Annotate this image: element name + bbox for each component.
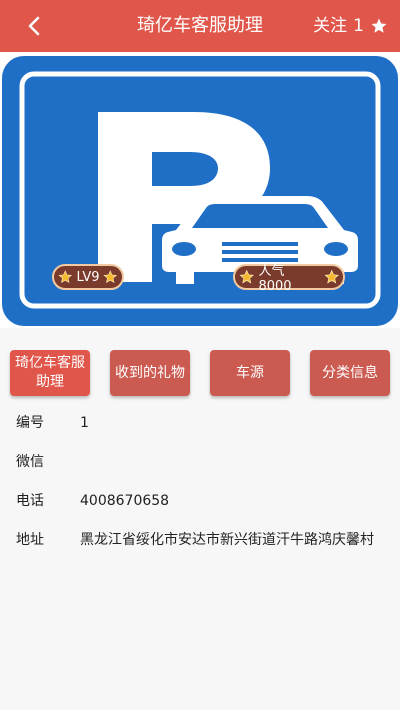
star-icon xyxy=(58,270,73,284)
id-label: 编号 xyxy=(16,415,44,431)
level-badge: LV9 xyxy=(52,264,124,290)
star-icon xyxy=(324,269,339,284)
tab-gifts[interactable]: 收到的礼物 xyxy=(110,350,190,396)
profile-banner: LV9 人气 8000 xyxy=(0,52,400,328)
wechat-label: 微信 xyxy=(16,454,44,470)
follow-count: 1 xyxy=(353,16,364,36)
info-row-wechat: 微信 xyxy=(0,443,400,482)
phone-label: 电话 xyxy=(16,493,44,509)
follow-label: 关注 xyxy=(313,16,348,36)
tab-profile[interactable]: 琦亿车客服助理 xyxy=(10,350,90,396)
tab-car-source[interactable]: 车源 xyxy=(210,350,290,396)
popularity-badge: 人气 8000 xyxy=(233,264,345,294)
address-label: 地址 xyxy=(16,532,44,548)
back-button[interactable] xyxy=(22,13,48,39)
level-text: LV9 xyxy=(76,269,100,285)
chevron-left-icon xyxy=(28,16,40,36)
follow-button[interactable]: 关注 1 xyxy=(313,0,388,52)
address-value: 黑龙江省绥化市安达市新兴街道汗牛路鸿庆馨村 xyxy=(80,532,374,548)
star-icon xyxy=(371,18,387,33)
popularity-text: 人气 8000 xyxy=(258,264,292,294)
id-value: 1 xyxy=(80,415,89,431)
info-row-address: 地址 黑龙江省绥化市安达市新兴街道汗牛路鸿庆馨村 xyxy=(0,521,400,560)
star-icon xyxy=(239,269,254,284)
star-icon xyxy=(103,270,118,284)
info-row-id: 编号 1 xyxy=(0,404,400,443)
tab-classified[interactable]: 分类信息 xyxy=(310,350,390,396)
info-row-phone: 电话 4008670658 xyxy=(0,482,400,521)
phone-value[interactable]: 4008670658 xyxy=(80,482,169,521)
top-bar: 琦亿车客服助理 关注 1 xyxy=(0,0,400,52)
info-list: 编号 1 微信 电话 4008670658 地址 黑龙江省绥化市安达市新兴街道汗… xyxy=(0,404,400,560)
tab-bar: 琦亿车客服助理 收到的礼物 车源 分类信息 xyxy=(0,350,400,396)
